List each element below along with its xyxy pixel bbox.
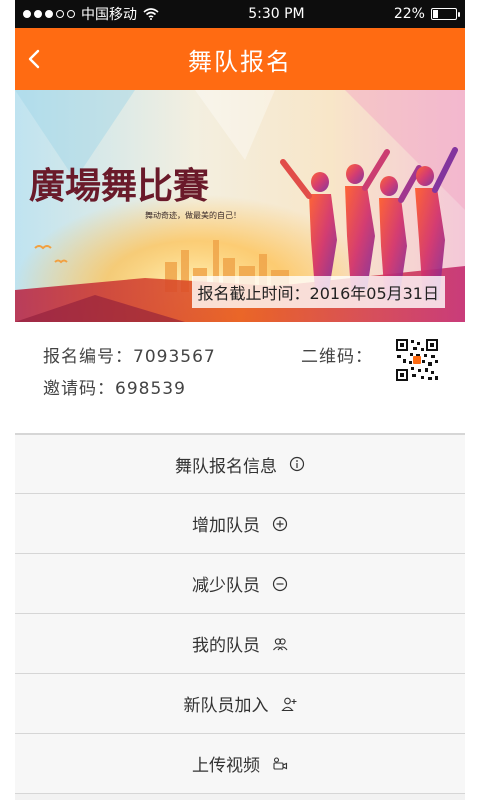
add-user-icon	[280, 697, 296, 711]
status-time: 5:30 PM	[248, 6, 305, 22]
battery-icon	[430, 8, 460, 20]
qr-code-label: 二维码：	[301, 347, 373, 367]
invite-code-value: 698539	[115, 379, 186, 399]
invite-code-label: 邀请码：	[43, 379, 115, 399]
menu-item-label: 上传视频	[192, 756, 260, 776]
reg-number-label: 报名编号：	[43, 347, 133, 367]
event-banner: 廣場舞比賽 舞动奇迹，做最美的自己！ 报名截止时间：2016年05月31日	[15, 90, 465, 322]
status-left: 中国移动	[23, 4, 159, 24]
info-icon	[289, 456, 305, 472]
signal-icon	[23, 10, 75, 18]
menu-item-label: 新队员加入	[183, 696, 269, 716]
status-bar: 中国移动 5:30 PM 22%	[15, 0, 465, 28]
deadline-label: 报名截止时间：2016年05月31日	[191, 276, 445, 308]
reg-number-row: 报名编号：7093567	[43, 342, 216, 367]
banner-slogan: 舞动奇迹，做最美的自己！	[145, 210, 241, 220]
menu-item-my-members[interactable]: 我的队员	[15, 614, 465, 674]
group-icon	[273, 637, 288, 650]
app-screen: 中国移动 5:30 PM 22% 舞队报名 廣場舞比賽 舞动奇迹，做最美的自己！…	[15, 0, 465, 800]
minus-circle-icon	[272, 576, 288, 591]
back-button[interactable]	[27, 28, 63, 90]
banner-title: 廣場舞比賽	[29, 165, 209, 207]
menu-item-label: 减少队员	[192, 576, 260, 596]
menu-item-label: 舞队报名信息	[175, 456, 277, 477]
wifi-icon	[143, 8, 159, 20]
plus-circle-icon	[272, 516, 288, 531]
action-menu: 舞队报名信息 增加队员 减少队员 我的队员 新队员加入 上传视频	[15, 434, 465, 794]
menu-item-remove-member[interactable]: 减少队员	[15, 554, 465, 614]
battery-percent: 22%	[393, 6, 425, 22]
chevron-left-icon	[28, 49, 40, 69]
menu-item-upload-video[interactable]: 上传视频	[15, 734, 465, 794]
carrier-name: 中国移动	[81, 7, 137, 23]
menu-item-add-member[interactable]: 增加队员	[15, 494, 465, 554]
qr-code-image[interactable]	[395, 338, 439, 382]
menu-item-team-info[interactable]: 舞队报名信息	[15, 434, 465, 494]
page-title: 舞队报名	[188, 47, 292, 76]
menu-item-label: 增加队员	[192, 516, 260, 536]
video-camera-icon	[273, 756, 288, 770]
nav-header: 舞队报名	[15, 28, 465, 90]
registration-info: 报名编号：7093567 邀请码：698539 二维码：	[15, 322, 465, 434]
invite-code-row: 邀请码：698539	[43, 374, 186, 399]
menu-item-new-member-join[interactable]: 新队员加入	[15, 674, 465, 734]
menu-item-label: 我的队员	[192, 636, 260, 656]
reg-number-value: 7093567	[133, 347, 216, 367]
status-right: 22%	[393, 6, 460, 22]
